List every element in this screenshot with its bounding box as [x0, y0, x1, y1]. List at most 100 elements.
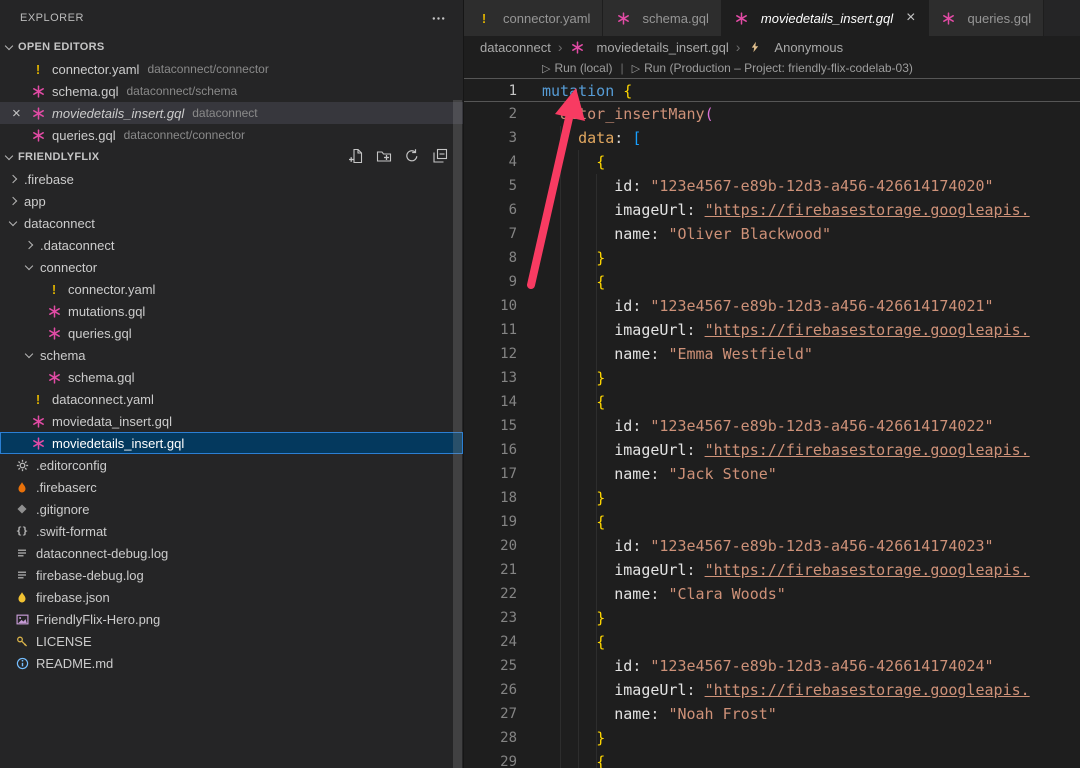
code-line-6[interactable]: 6 imageUrl: "https://firebasestorage.goo…: [464, 198, 1080, 222]
url-link[interactable]: "https://firebasestorage.googleapis.: [705, 561, 1030, 579]
tab-moviedetails_insert.gql[interactable]: moviedetails_insert.gql×: [722, 0, 929, 36]
sidebar-scrollbar[interactable]: [453, 100, 462, 768]
open-editor-connector.yaml[interactable]: !connector.yamldataconnect/connector: [0, 58, 463, 80]
tree-item-moviedata_insert.gql[interactable]: moviedata_insert.gql: [0, 410, 463, 432]
chevron-right-icon: [9, 197, 17, 205]
tree-item-LICENSE[interactable]: LICENSE: [0, 630, 463, 652]
tree-item-mutations.gql[interactable]: mutations.gql: [0, 300, 463, 322]
close-icon[interactable]: ×: [906, 10, 915, 26]
line-number: 29: [464, 750, 517, 768]
code-line-11[interactable]: 11 imageUrl: "https://firebasestorage.go…: [464, 318, 1080, 342]
tree-item-moviedetails_insert.gql[interactable]: moviedetails_insert.gql: [0, 432, 463, 454]
url-link[interactable]: "https://firebasestorage.googleapis.: [705, 681, 1030, 699]
code-line-9[interactable]: 9 {: [464, 270, 1080, 294]
code-line-28[interactable]: 28 }: [464, 726, 1080, 750]
code-line-3[interactable]: 3 data: [: [464, 126, 1080, 150]
tree-item-.gitignore[interactable]: .gitignore: [0, 498, 463, 520]
yaml-warning-icon: !: [30, 61, 46, 77]
url-link[interactable]: "https://firebasestorage.googleapis.: [705, 441, 1030, 459]
yaml-warning-icon: !: [46, 281, 62, 297]
code-line-10[interactable]: 10 id: "123e4567-e89b-12d3-a456-42661417…: [464, 294, 1080, 318]
yaml-warning-icon: !: [476, 10, 492, 26]
code-line-13[interactable]: 13 }: [464, 366, 1080, 390]
code-line-22[interactable]: 22 name: "Clara Woods": [464, 582, 1080, 606]
code-editor[interactable]: 1mutation {2 actor_insertMany(3 data: [4…: [464, 78, 1080, 768]
line-number: 6: [464, 198, 517, 222]
line-number: 19: [464, 510, 517, 534]
code-line-19[interactable]: 19 {: [464, 510, 1080, 534]
code-line-24[interactable]: 24 {: [464, 630, 1080, 654]
tree-item-schema.gql[interactable]: schema.gql: [0, 366, 463, 388]
tree-item-dataconnect.yaml[interactable]: !dataconnect.yaml: [0, 388, 463, 410]
url-link[interactable]: "https://firebasestorage.googleapis.: [705, 321, 1030, 339]
open-editor-schema.gql[interactable]: schema.gqldataconnect/schema: [0, 80, 463, 102]
code-line-27[interactable]: 27 name: "Noah Frost": [464, 702, 1080, 726]
tree-item-README.md[interactable]: README.md: [0, 652, 463, 674]
graphql-icon: [30, 435, 46, 451]
project-actions: [345, 146, 463, 168]
graphql-icon: [30, 83, 46, 99]
project-section-header[interactable]: FRIENDLYFLIX: [0, 146, 463, 168]
code-line-29[interactable]: 29 {: [464, 750, 1080, 768]
code-line-15[interactable]: 15 id: "123e4567-e89b-12d3-a456-42661417…: [464, 414, 1080, 438]
tab-queries.gql[interactable]: queries.gql: [929, 0, 1045, 36]
code-line-23[interactable]: 23 }: [464, 606, 1080, 630]
more-actions-button[interactable]: [427, 7, 449, 29]
code-line-4[interactable]: 4 {: [464, 150, 1080, 174]
tree-item-firebase-debug.log[interactable]: firebase-debug.log: [0, 564, 463, 586]
tree-item-.firebase[interactable]: .firebase: [0, 168, 463, 190]
code-line-12[interactable]: 12 name: "Emma Westfield": [464, 342, 1080, 366]
tree-item-.swift-format[interactable]: {}.swift-format: [0, 520, 463, 542]
code-line-1[interactable]: 1mutation {: [464, 78, 1080, 102]
code-line-5[interactable]: 5 id: "123e4567-e89b-12d3-a456-426614174…: [464, 174, 1080, 198]
code-line-17[interactable]: 17 name: "Jack Stone": [464, 462, 1080, 486]
tree-item-.firebaserc[interactable]: .firebaserc: [0, 476, 463, 498]
tree-item-queries.gql[interactable]: queries.gql: [0, 322, 463, 344]
line-number: 20: [464, 534, 517, 558]
tree-item-dataconnect[interactable]: dataconnect: [0, 212, 463, 234]
code-line-26[interactable]: 26 imageUrl: "https://firebasestorage.go…: [464, 678, 1080, 702]
graphql-icon: [46, 325, 62, 341]
line-number: 12: [464, 342, 517, 366]
code-line-14[interactable]: 14 {: [464, 390, 1080, 414]
code-line-20[interactable]: 20 id: "123e4567-e89b-12d3-a456-42661417…: [464, 534, 1080, 558]
code-line-25[interactable]: 25 id: "123e4567-e89b-12d3-a456-42661417…: [464, 654, 1080, 678]
tab-connector.yaml[interactable]: !connector.yaml: [464, 0, 603, 36]
new-file-button[interactable]: [345, 146, 367, 168]
tree-item-schema[interactable]: schema: [0, 344, 463, 366]
tree-item-app[interactable]: app: [0, 190, 463, 212]
breadcrumb-item-Anonymous[interactable]: Anonymous: [747, 39, 843, 55]
tree-item-firebase.json[interactable]: firebase.json: [0, 586, 463, 608]
tree-item-FriendlyFlix-Hero.png[interactable]: FriendlyFlix-Hero.png: [0, 608, 463, 630]
run-production-link[interactable]: ▷ Run (Production – Project: friendly-fl…: [632, 61, 913, 75]
new-folder-button[interactable]: [373, 146, 395, 168]
run-local-link[interactable]: ▷ Run (local): [542, 61, 613, 75]
breadcrumb-item-moviedetails_insert.gql[interactable]: moviedetails_insert.gql: [570, 39, 729, 55]
code-line-18[interactable]: 18 }: [464, 486, 1080, 510]
line-number: 24: [464, 630, 517, 654]
url-link[interactable]: "https://firebasestorage.googleapis.: [705, 201, 1030, 219]
code-line-2[interactable]: 2 actor_insertMany(: [464, 102, 1080, 126]
tree-item-dataconnect-debug.log[interactable]: dataconnect-debug.log: [0, 542, 463, 564]
image-icon: [14, 611, 30, 627]
tree-item-.dataconnect[interactable]: .dataconnect: [0, 234, 463, 256]
open-editor-moviedetails_insert.gql[interactable]: ×moviedetails_insert.gqldataconnect: [0, 102, 463, 124]
open-editors-section-header[interactable]: OPEN EDITORS: [0, 36, 463, 58]
refresh-button[interactable]: [401, 146, 423, 168]
tree-item-connector[interactable]: connector: [0, 256, 463, 278]
tab-schema.gql[interactable]: schema.gql: [603, 0, 721, 36]
code-line-16[interactable]: 16 imageUrl: "https://firebasestorage.go…: [464, 438, 1080, 462]
code-region: ▷ Run (local) | ▷ Run (Production – Proj…: [464, 58, 1080, 768]
tree-item-.editorconfig[interactable]: .editorconfig: [0, 454, 463, 476]
code-line-21[interactable]: 21 imageUrl: "https://firebasestorage.go…: [464, 558, 1080, 582]
close-icon[interactable]: ×: [12, 106, 21, 121]
code-line-8[interactable]: 8 }: [464, 246, 1080, 270]
open-editor-queries.gql[interactable]: queries.gqldataconnect/connector: [0, 124, 463, 146]
code-line-7[interactable]: 7 name: "Oliver Blackwood": [464, 222, 1080, 246]
tree-item-connector.yaml[interactable]: !connector.yaml: [0, 278, 463, 300]
graphql-icon: [941, 10, 957, 26]
breadcrumb-item-dataconnect[interactable]: dataconnect: [480, 40, 551, 55]
braces-icon: {}: [14, 523, 30, 539]
graphql-icon: [30, 105, 46, 121]
collapse-all-button[interactable]: [429, 146, 451, 168]
